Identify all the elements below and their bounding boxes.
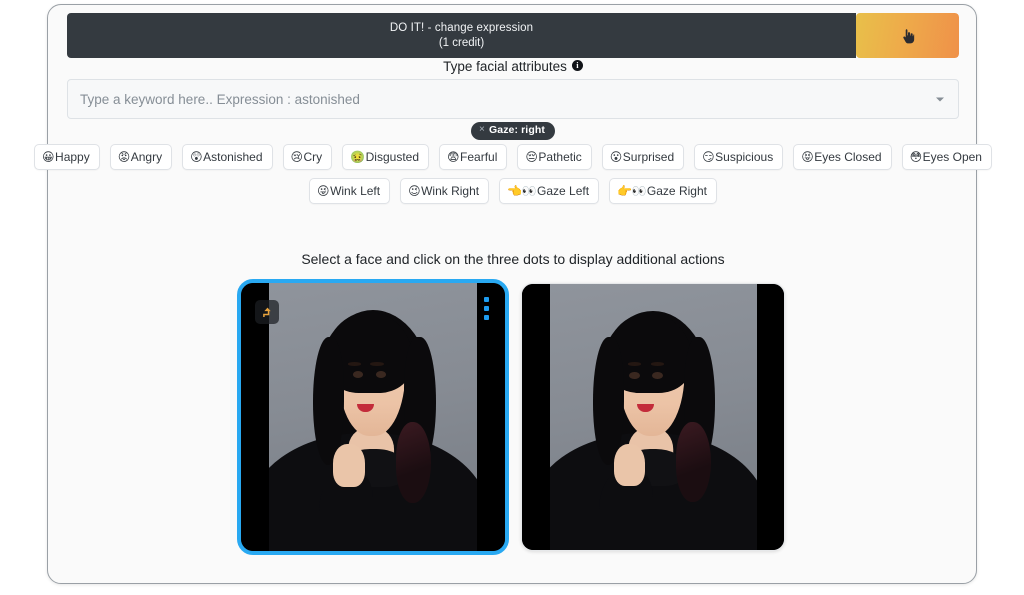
expression-emoji-icon: 😢 [291,149,303,165]
expression-emoji-icon: 😔 [525,149,537,165]
expression-button-label: Fearful [460,149,497,165]
chevron-down-icon[interactable] [934,93,946,105]
expression-button-label: Cry [304,149,323,165]
expression-button-fearful[interactable]: 😨Fearful [439,144,507,170]
expression-button-label: Disgusted [366,149,419,165]
expression-button-angry[interactable]: 😡Angry [110,144,172,170]
expression-button-astonished[interactable]: 😲Astonished [182,144,272,170]
expression-emoji-icon: 😏 [702,149,714,165]
expression-emoji-icon: 🤢 [350,149,364,165]
share-arrow-icon[interactable] [255,300,279,324]
expression-button-gaze-left[interactable]: 👈👀Gaze Left [499,178,599,204]
expression-button-pathetic[interactable]: 😔Pathetic [517,144,591,170]
face-image [241,283,505,551]
expression-button-label: Gaze Right [647,183,707,199]
expression-emoji-icon: 😨 [447,149,459,165]
expression-emoji-icon: 👉👀 [617,183,646,199]
expression-row-2: 😜Wink Left 😉Wink Right 👈👀Gaze Left 👉👀Gaze R… [67,178,959,204]
expression-button-eyes-closed[interactable]: 😝Eyes Closed [793,144,891,170]
expression-button-surprised[interactable]: 😮Surprised [602,144,684,170]
tag-gaze-right[interactable]: × Gaze: right [471,122,555,140]
instruction-text: Select a face and click on the three dot… [48,251,978,267]
do-it-button[interactable]: DO IT! - change expression (1 credit) [67,13,856,58]
selected-tags: × Gaze: right [48,122,978,140]
expression-buttons: 😀Happy😡Angry😲Astonished😢Cry🤢Disgusted😨Fe… [67,144,959,212]
expression-emoji-icon: 😳 [910,149,922,165]
expression-button-label: Pathetic [538,149,581,165]
face-result-2[interactable] [521,283,785,551]
expression-emoji-icon: 😉 [408,183,420,199]
expression-button-label: Suspicious [715,149,773,165]
face-result-1[interactable] [241,283,505,551]
expression-button-eyes-open[interactable]: 😳Eyes Open [902,144,992,170]
keyword-input[interactable] [80,92,934,107]
expression-button-happy[interactable]: 😀Happy [34,144,100,170]
expression-button-label: Surprised [623,149,674,165]
face-image [522,284,784,550]
expression-button-label: Wink Left [330,183,380,199]
expression-emoji-icon: 😝 [801,149,813,165]
three-dots-icon[interactable] [479,297,493,320]
expression-button-cry[interactable]: 😢Cry [283,144,333,170]
do-it-title: DO IT! - change expression [390,21,533,36]
expression-row-1: 😀Happy😡Angry😲Astonished😢Cry🤢Disgusted😨Fe… [67,144,959,170]
expression-button-label: Eyes Closed [814,149,881,165]
expression-button-label: Eyes Open [923,149,982,165]
info-icon[interactable]: i [572,60,583,71]
expression-button-wink-right[interactable]: 😉Wink Right [400,178,489,204]
expression-button-label: Wink Right [421,183,479,199]
expression-emoji-icon: 😜 [317,183,329,199]
face-gallery [48,283,978,551]
do-it-gradient-panel[interactable] [856,13,959,58]
facial-attributes-label: Type facial attributes i [48,58,978,74]
remove-tag-icon[interactable]: × [479,125,485,135]
expression-button-gaze-right[interactable]: 👉👀Gaze Right [609,178,717,204]
expression-button-wink-left[interactable]: 😜Wink Left [309,178,390,204]
keyword-input-wrapper[interactable] [67,79,959,119]
expression-emoji-icon: 😲 [190,149,202,165]
facial-attributes-label-text: Type facial attributes [443,59,567,74]
expression-emoji-icon: 👈👀 [507,183,536,199]
pointing-hand-cursor-icon [901,28,915,44]
app-card: DO IT! - change expression (1 credit) Ty… [47,4,977,584]
expression-emoji-icon: 😡 [118,149,130,165]
expression-button-suspicious[interactable]: 😏Suspicious [694,144,783,170]
do-it-bar[interactable]: DO IT! - change expression (1 credit) [67,13,959,58]
expression-emoji-icon: 😀 [42,149,54,165]
do-it-credit: (1 credit) [439,36,484,51]
expression-button-disgusted[interactable]: 🤢Disgusted [342,144,429,170]
expression-button-label: Angry [131,149,162,165]
expression-button-label: Gaze Left [537,183,589,199]
expression-emoji-icon: 😮 [610,149,622,165]
expression-button-label: Happy [55,149,90,165]
expression-button-label: Astonished [203,149,262,165]
tag-label: Gaze: right [489,125,545,136]
